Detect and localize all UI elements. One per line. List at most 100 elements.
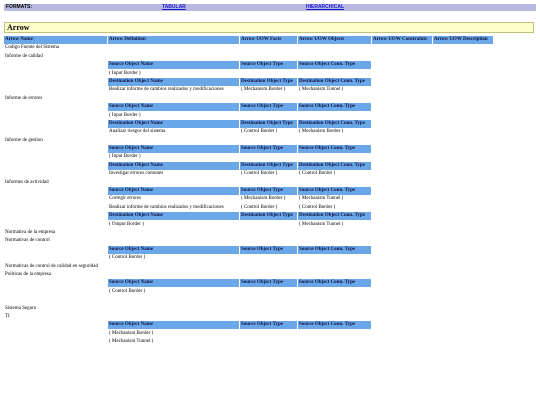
table-row: Informe de gestion bbox=[4, 137, 536, 145]
sub-header-row: Destination Object Name Destination Obje… bbox=[4, 212, 536, 220]
object-name: Investigar errores comunes bbox=[109, 171, 164, 177]
sub-header: Source Object Conn. Type bbox=[298, 145, 371, 153]
sub-header: Destination Object Conn. Type bbox=[298, 161, 371, 170]
object-type: ( Control Border ) bbox=[241, 204, 278, 210]
object-conn-type: ( Mechanism Tunnel ) bbox=[299, 221, 344, 227]
sub-header: Source Object Conn. Type bbox=[298, 187, 371, 195]
arrow-name: Normativas de control bbox=[5, 238, 50, 244]
tabular-link[interactable]: TABULAR bbox=[162, 4, 186, 10]
sub-header: Destination Object Type bbox=[240, 77, 297, 86]
column-header: Arrow UOW Facts bbox=[240, 36, 297, 44]
object-conn-type: ( Control Border ) bbox=[299, 171, 336, 177]
object-type: ( Control Border ) bbox=[109, 255, 146, 261]
sub-header: Source Object Name bbox=[108, 145, 239, 153]
object-type: ( Mechanism Border ) bbox=[241, 196, 286, 202]
column-header: Arrow Name bbox=[4, 36, 107, 44]
formats-label: FORMATS: bbox=[4, 4, 160, 11]
table-row: Informe de calidad bbox=[4, 53, 536, 61]
object-type: ( Mechanism Border ) bbox=[109, 330, 154, 336]
sub-header: Source Object Conn. Type bbox=[298, 321, 371, 330]
sub-header-row: Source Object Name Source Object Type So… bbox=[4, 321, 536, 330]
object-type: ( Control Border ) bbox=[109, 288, 146, 294]
table-row: ( Output Border ) ( Mechanism Tunnel ) bbox=[4, 221, 536, 229]
table-row: Informe de errores bbox=[4, 95, 536, 103]
arrow-name: Politicas de la empresa bbox=[5, 271, 51, 277]
sub-header: Source Object Type bbox=[240, 279, 297, 288]
sub-header: Destination Object Type bbox=[240, 119, 297, 128]
tabular-link-cell: TABULAR bbox=[160, 4, 304, 11]
table-row: ( Control Border ) bbox=[4, 254, 536, 262]
column-header: Arrow UOW Constraints bbox=[372, 36, 432, 44]
table-row: Investigar errores comunes ( Control Bor… bbox=[4, 170, 536, 178]
column-header: Arrow Definition bbox=[108, 36, 239, 44]
table-row: ( Mechanism Tunnel ) bbox=[4, 338, 536, 346]
object-name: Realizar informe de cambios realizados y… bbox=[109, 204, 224, 210]
table-row: Realizar informe de cambios realizados y… bbox=[4, 204, 536, 212]
arrow-name: Normativas de control de calidad en segu… bbox=[5, 263, 99, 269]
arrow-name: Informe de errores bbox=[5, 95, 43, 101]
table-header-row: Arrow Name Arrow Definition Arrow UOW Fa… bbox=[4, 36, 536, 44]
arrow-name: Sistema Seguro bbox=[5, 305, 37, 311]
column-header: Arrow UOW Description bbox=[433, 36, 493, 44]
object-type: ( Input Border ) bbox=[109, 70, 141, 76]
table-row: Realizar informe de cambios realizados y… bbox=[4, 86, 536, 94]
sub-header: Source Object Conn. Type bbox=[298, 61, 371, 69]
object-conn-type: ( Control Border ) bbox=[299, 204, 336, 210]
table-row: Normativa de la empresa bbox=[4, 229, 536, 237]
object-conn-type: ( Mechanism Tunnel ) bbox=[299, 196, 344, 202]
table-row bbox=[4, 296, 536, 304]
sub-header-row: Destination Object Name Destination Obje… bbox=[4, 77, 536, 86]
arrow-name: Codigo Fuente del Sistema bbox=[5, 45, 60, 51]
sub-header-row: Destination Object Name Destination Obje… bbox=[4, 161, 536, 170]
sub-header: Destination Object Name bbox=[108, 77, 239, 86]
table-row: Informes de actividad bbox=[4, 179, 536, 187]
hierarchical-link[interactable]: HIERARCHICAL bbox=[306, 4, 344, 10]
object-conn-type: ( Mechanism Border ) bbox=[299, 129, 344, 135]
sub-header-row: Source Object Name Source Object Type So… bbox=[4, 103, 536, 111]
sub-header: Source Object Name bbox=[108, 279, 239, 288]
object-name: Corregir errores bbox=[109, 196, 142, 202]
sub-header-row: Source Object Name Source Object Type So… bbox=[4, 279, 536, 288]
arrow-name: Informe de calidad bbox=[5, 53, 43, 59]
table-row: ( Input Border ) bbox=[4, 153, 536, 161]
sub-header-row: Destination Object Name Destination Obje… bbox=[4, 119, 536, 128]
sub-header-row: Source Object Name Source Object Type So… bbox=[4, 245, 536, 254]
table-row: ( Input Border ) bbox=[4, 70, 536, 78]
object-type: ( Mechanism Border ) bbox=[241, 87, 286, 93]
object-type: ( Output Border ) bbox=[109, 221, 144, 227]
object-conn-type: ( Mechanism Tunnel ) bbox=[299, 87, 344, 93]
sub-header: Source Object Conn. Type bbox=[298, 245, 371, 254]
object-type: ( Mechanism Tunnel ) bbox=[109, 339, 154, 345]
object-name: Realizar informe de cambios realizados y… bbox=[109, 87, 224, 93]
sub-header: Destination Object Name bbox=[108, 212, 239, 220]
object-type: ( Control Border ) bbox=[241, 129, 278, 135]
sub-header: Source Object Type bbox=[240, 103, 297, 111]
table-row: Normativas de control de calidad en segu… bbox=[4, 263, 536, 271]
object-type: ( Input Border ) bbox=[109, 154, 141, 160]
sub-header: Source Object Conn. Type bbox=[298, 279, 371, 288]
arrow-name: Normativa de la empresa bbox=[5, 229, 56, 235]
table-row: Analizar riesgos del sistema ( Control B… bbox=[4, 128, 536, 136]
arrow-name: TI bbox=[5, 313, 10, 319]
table-row: TI bbox=[4, 313, 536, 321]
table-row: Codigo Fuente del Sistema bbox=[4, 44, 536, 52]
sub-header: Source Object Name bbox=[108, 321, 239, 330]
sub-header: Destination Object Conn. Type bbox=[298, 119, 371, 128]
sub-header: Destination Object Conn. Type bbox=[298, 212, 371, 220]
table-row: ( Input Border ) bbox=[4, 112, 536, 120]
table-row: Normativas de control bbox=[4, 237, 536, 245]
sub-header: Source Object Type bbox=[240, 245, 297, 254]
sub-header: Destination Object Type bbox=[240, 212, 297, 220]
arrow-name: Informes de actividad bbox=[5, 179, 49, 185]
arrow-name: Informe de gestion bbox=[5, 137, 43, 143]
sub-header-row: Source Object Name Source Object Type So… bbox=[4, 187, 536, 195]
table-row: ( Control Border ) bbox=[4, 288, 536, 296]
table-row: Corregir errores ( Mechanism Border ) ( … bbox=[4, 195, 536, 203]
sub-header-row: Source Object Name Source Object Type So… bbox=[4, 145, 536, 153]
sub-header: Source Object Name bbox=[108, 187, 239, 195]
sub-header: Destination Object Name bbox=[108, 119, 239, 128]
page-title: Arrow bbox=[4, 22, 534, 33]
object-type: ( Control Border ) bbox=[241, 171, 278, 177]
table-row: Sistema Seguro bbox=[4, 305, 536, 313]
sub-header: Source Object Name bbox=[108, 103, 239, 111]
